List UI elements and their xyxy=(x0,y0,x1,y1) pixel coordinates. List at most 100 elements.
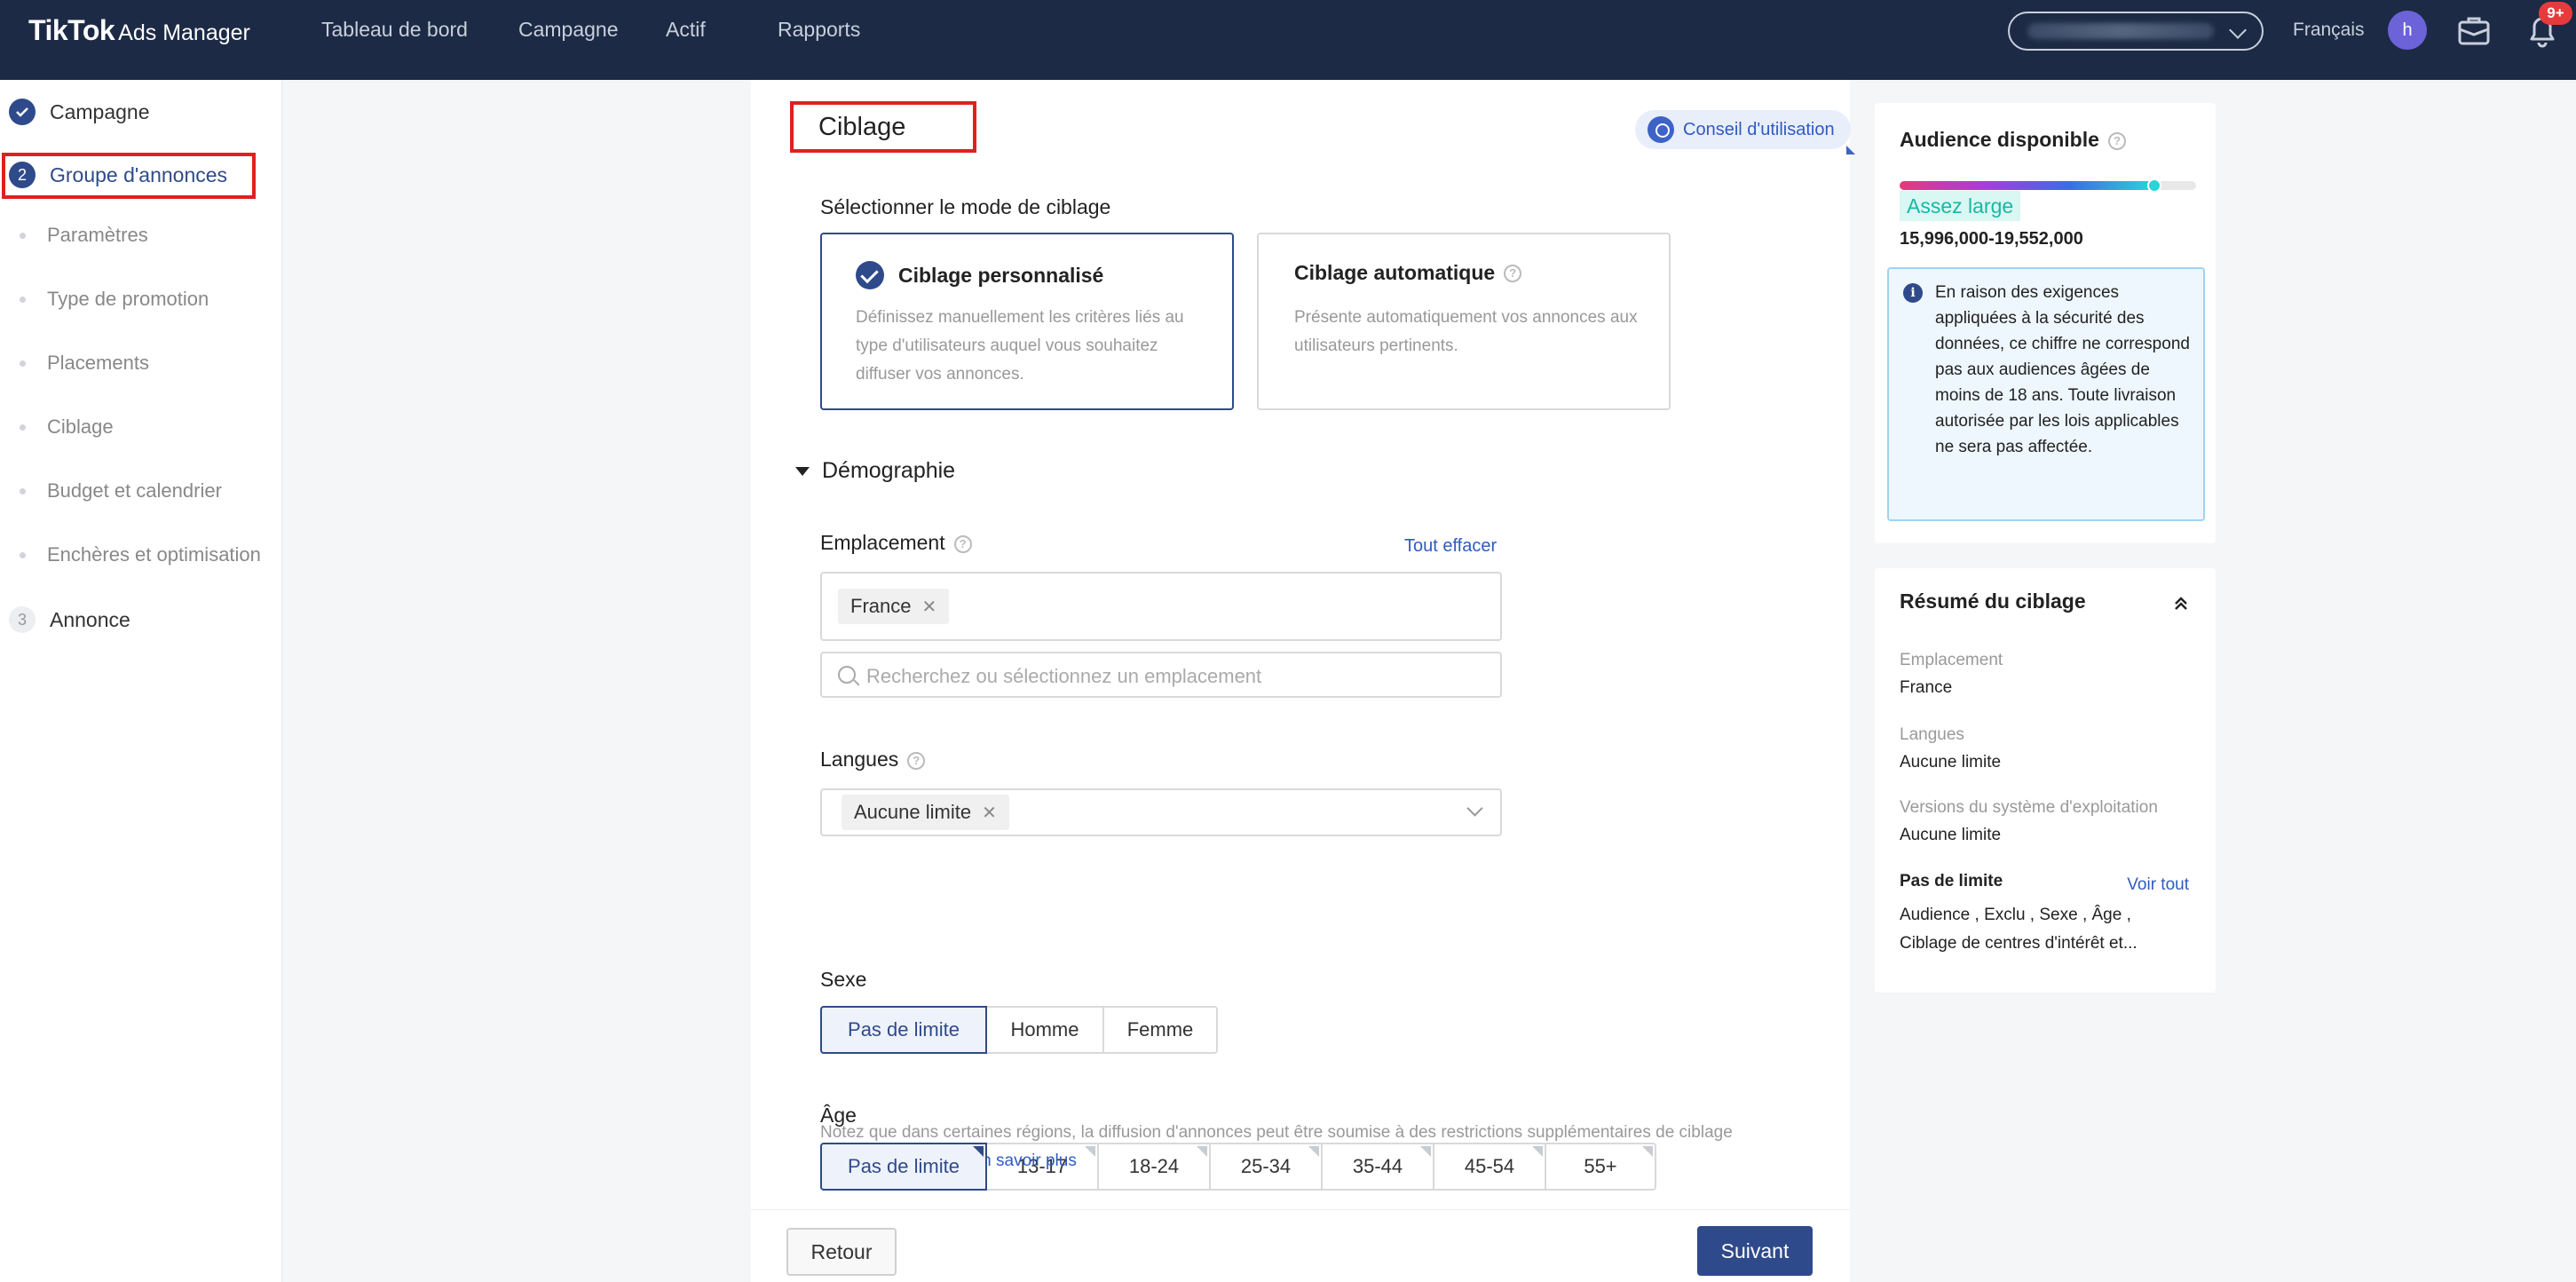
corner-marker xyxy=(973,1146,984,1157)
next-button[interactable]: Suivant xyxy=(1697,1226,1813,1276)
languages-label-row: Langues? xyxy=(820,748,926,772)
languages-select[interactable]: Aucune limite ✕ xyxy=(820,788,1502,836)
collapse-icon[interactable] xyxy=(2173,595,2189,613)
bullet-dot xyxy=(20,296,26,303)
substep-budget-schedule[interactable]: Budget et calendrier xyxy=(20,479,222,503)
step-ad[interactable]: 3 Annonce xyxy=(9,604,130,636)
meter-fill xyxy=(1900,181,2155,190)
custom-targeting-card[interactable]: Ciblage personnalisé Définissez manuelle… xyxy=(820,233,1234,410)
gender-option-no-limit[interactable]: Pas de limite xyxy=(820,1006,987,1054)
location-search-input[interactable]: Recherchez ou sélectionnez un emplacemen… xyxy=(820,652,1502,698)
top-navigation-bar: TikTok Ads Manager Tableau de bord Campag… xyxy=(0,0,2576,80)
audience-title-row: Audience disponible? xyxy=(1900,128,2126,152)
brand-subtitle: Ads Manager xyxy=(118,20,250,45)
account-selector[interactable] xyxy=(2008,12,2264,51)
help-icon[interactable]: ? xyxy=(907,751,926,770)
nav-link-campaign[interactable]: Campagne xyxy=(518,18,619,42)
steps-sidebar: Campagne 2 Groupe d'annonces Paramètres … xyxy=(0,80,282,1282)
step-number: 3 xyxy=(9,606,36,633)
summary-item-label: Emplacement xyxy=(1900,651,2003,669)
brand-name: TikTok xyxy=(28,14,115,46)
step-label: Annonce xyxy=(50,607,130,631)
nav-link-dashboard[interactable]: Tableau de bord xyxy=(321,18,468,42)
ribbon-fold xyxy=(1846,146,1855,154)
substep-label: Type de promotion xyxy=(47,288,209,310)
summary-item-label: Langues xyxy=(1900,725,1964,744)
chevron-down-icon xyxy=(1466,800,1483,817)
summary-item-value: Aucune limite xyxy=(1900,826,2002,844)
search-icon xyxy=(838,666,856,684)
language-tag: Aucune limite ✕ xyxy=(842,795,1009,830)
step-number: 2 xyxy=(9,162,36,188)
usage-tip-label: Conseil d'utilisation xyxy=(1683,119,1835,139)
unlimited-title: Pas de limite xyxy=(1900,872,2003,890)
step-label: Campagne xyxy=(50,99,150,123)
mode-title: Ciblage automatique xyxy=(1294,261,1496,284)
location-label-row: Emplacement? xyxy=(820,531,972,555)
summary-item-value: France xyxy=(1900,678,1953,697)
info-icon: i xyxy=(1903,283,1923,303)
chevron-down-icon xyxy=(2229,21,2247,39)
audience-panel: Audience disponible? Assez large 15,996,… xyxy=(1875,103,2216,543)
check-icon xyxy=(9,99,36,125)
substep-targeting[interactable]: Ciblage xyxy=(20,415,114,439)
bullet-dot xyxy=(20,360,26,367)
substep-promotion-type[interactable]: Type de promotion xyxy=(20,288,209,311)
notification-badge: 9+ xyxy=(2539,2,2572,25)
substep-bidding-optimization[interactable]: Enchères et optimisation xyxy=(20,543,261,566)
unlimited-list-line: Ciblage de centres d'intérêt et... xyxy=(1900,934,2137,953)
summary-item-label: Versions du système d'exploitation xyxy=(1900,798,2158,817)
substep-label: Enchères et optimisation xyxy=(47,543,261,566)
meter-knob xyxy=(2147,178,2162,193)
mode-description: Définissez manuellement les critères lié… xyxy=(856,308,1184,384)
bullet-dot xyxy=(20,551,26,558)
demography-toggle[interactable]: Démographie xyxy=(795,458,955,484)
brand-logo[interactable]: TikTok Ads Manager xyxy=(28,14,250,47)
nav-link-reports[interactable]: Rapports xyxy=(778,18,860,42)
gender-option-female[interactable]: Femme xyxy=(1102,1006,1218,1054)
user-avatar[interactable]: h xyxy=(2388,11,2427,50)
audience-range: 15,996,000-19,552,000 xyxy=(1900,229,2083,249)
mode-description: Présente automatiquement vos annonces au… xyxy=(1294,308,1638,355)
section-title: Ciblage xyxy=(818,113,906,141)
targeting-mode-label: Sélectionner le mode de ciblage xyxy=(820,195,1111,218)
gender-label: Sexe xyxy=(820,968,867,991)
search-placeholder: Recherchez ou sélectionnez un emplacemen… xyxy=(866,665,1262,687)
gender-option-male[interactable]: Homme xyxy=(985,1006,1104,1054)
tag-label: Aucune limite xyxy=(854,801,972,823)
nav-link-assets[interactable]: Actif xyxy=(666,18,706,42)
location-tag: France ✕ xyxy=(838,589,950,624)
language-switcher[interactable]: Français xyxy=(2293,20,2365,41)
location-label: Emplacement xyxy=(820,531,945,554)
back-button[interactable]: Retour xyxy=(786,1228,897,1276)
see-all-link[interactable]: Voir tout xyxy=(2127,875,2189,895)
gender-selector: Pas de limite Homme Femme xyxy=(820,1006,1218,1054)
help-icon[interactable]: ? xyxy=(2107,131,2126,150)
step-label: Groupe d'annonces xyxy=(50,162,228,186)
bullet-dot xyxy=(20,487,26,495)
close-icon[interactable]: ✕ xyxy=(921,596,936,618)
briefcase-icon[interactable] xyxy=(2457,14,2491,46)
tag-label: France xyxy=(850,595,912,617)
close-icon[interactable]: ✕ xyxy=(982,802,997,824)
clear-all-link[interactable]: Tout effacer xyxy=(1404,536,1497,557)
substep-label: Ciblage xyxy=(47,415,114,438)
step-campaign[interactable]: Campagne xyxy=(9,96,150,128)
help-icon[interactable]: ? xyxy=(953,534,972,553)
step-ad-group[interactable]: 2 Groupe d'annonces xyxy=(9,159,227,191)
automatic-targeting-card[interactable]: Ciblage automatique ? Présente automatiq… xyxy=(1257,233,1671,410)
mode-title: Ciblage personnalisé xyxy=(898,263,1104,287)
demography-title: Démographie xyxy=(822,458,956,483)
substep-placements[interactable]: Placements xyxy=(20,352,149,375)
substep-settings[interactable]: Paramètres xyxy=(20,224,148,247)
summary-title: Résumé du ciblage xyxy=(1900,590,2086,613)
audience-size-meter xyxy=(1900,178,2196,193)
targeting-summary-panel: Résumé du ciblage Emplacement France Lan… xyxy=(1875,568,2216,993)
location-tags-box[interactable]: France ✕ xyxy=(820,572,1502,641)
age-option-no-limit[interactable]: Pas de limite xyxy=(820,1143,987,1191)
unlimited-list-line: Audience , Exclu , Sexe , Âge , xyxy=(1900,906,2131,924)
help-icon[interactable]: ? xyxy=(1504,264,1522,282)
usage-tip-button[interactable]: Conseil d'utilisation xyxy=(1635,110,1851,149)
targeting-form: Ciblage Conseil d'utilisation Sélectionn… xyxy=(751,80,1855,1282)
form-footer: Retour Suivant xyxy=(751,1209,1850,1282)
